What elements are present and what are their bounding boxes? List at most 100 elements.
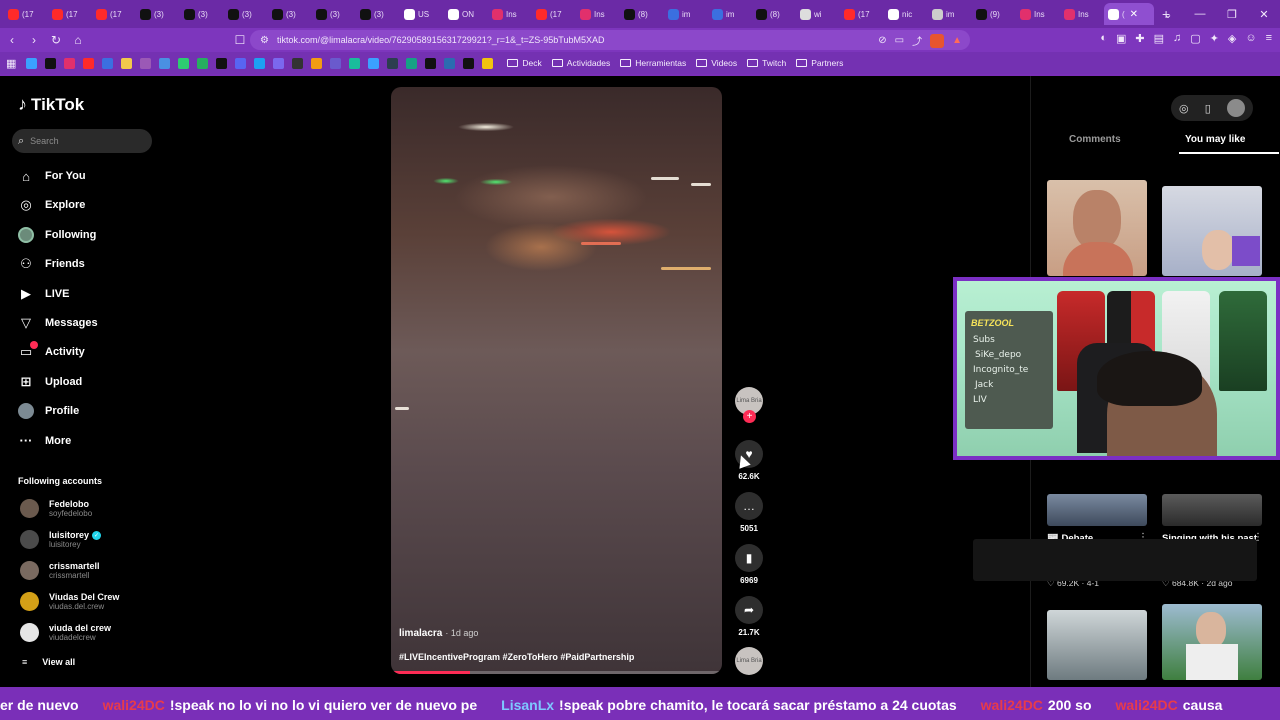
menu-icon[interactable]: ≡ bbox=[1266, 32, 1272, 45]
bookmark-favicon-icon[interactable] bbox=[64, 57, 76, 69]
brave-shield-icon[interactable] bbox=[930, 33, 945, 48]
bookmark-favicon-icon[interactable] bbox=[197, 57, 209, 69]
video-author[interactable]: limalacra · 1d ago bbox=[399, 628, 478, 639]
nav-item[interactable]: ⊞ Upload bbox=[18, 374, 83, 390]
active-tab[interactable]: ( ✕ bbox=[1104, 3, 1154, 25]
nav-item[interactable]: ▶ LIVE bbox=[18, 286, 69, 302]
browser-tab[interactable]: (8) bbox=[620, 3, 664, 25]
bookmark-favicon-icon[interactable] bbox=[45, 57, 57, 69]
sound-avatar[interactable]: Lima Bria bbox=[735, 647, 763, 675]
following-account[interactable]: crissmartell crissmartell bbox=[20, 561, 100, 580]
comment-button[interactable]: … 5051 bbox=[735, 492, 763, 533]
recommendation-thumbnail[interactable] bbox=[1162, 494, 1262, 526]
tiktok-logo[interactable]: ♪ TikTok bbox=[18, 94, 84, 115]
bookmark-folder[interactable]: Partners bbox=[796, 58, 843, 68]
recommendation-thumbnail[interactable] bbox=[1162, 186, 1262, 276]
share-button[interactable]: ➦ 21.7K bbox=[735, 596, 763, 637]
bookmark-folder[interactable]: Actividades bbox=[551, 58, 610, 68]
maximize-button[interactable]: ❐ bbox=[1216, 0, 1248, 28]
tab-comments[interactable]: Comments bbox=[1069, 134, 1121, 145]
video-username[interactable]: limalacra bbox=[399, 628, 442, 639]
recommendation-thumbnail[interactable] bbox=[1047, 494, 1147, 526]
install-app-icon[interactable]: ▭ bbox=[895, 35, 904, 46]
bookmark-favicon-icon[interactable] bbox=[235, 57, 247, 69]
browser-tab[interactable]: (3) bbox=[312, 3, 356, 25]
bookmark-folder[interactable]: Videos bbox=[696, 58, 737, 68]
share-icon[interactable]: ⤴ bbox=[912, 33, 922, 48]
bookmark-folder[interactable]: Twitch bbox=[747, 58, 786, 68]
leo-icon[interactable]: ✦ bbox=[1210, 32, 1219, 45]
bookmark-favicon-icon[interactable] bbox=[178, 57, 190, 69]
browser-tab[interactable]: (3) bbox=[136, 3, 180, 25]
nav-item[interactable]: ◎ Explore bbox=[18, 197, 85, 213]
bookmark-favicon-icon[interactable] bbox=[368, 57, 380, 69]
back-button[interactable]: ‹ bbox=[2, 30, 22, 50]
account-avatar[interactable] bbox=[20, 530, 39, 549]
video-player[interactable]: limalacra · 1d ago #LIVEIncentiveProgram … bbox=[391, 87, 722, 674]
device-icon[interactable]: ▯ bbox=[1205, 102, 1211, 115]
browser-tab[interactable]: (9) bbox=[972, 3, 1016, 25]
browser-tab[interactable]: Ins bbox=[1016, 3, 1060, 25]
nav-item[interactable]: Following bbox=[18, 226, 96, 243]
bookmark-folder[interactable]: Herramientas bbox=[620, 58, 686, 68]
translate-icon[interactable]: ◐ bbox=[1100, 32, 1107, 45]
following-account[interactable]: luisitorey ✓ luisitorey bbox=[20, 530, 102, 549]
share-arrow-icon[interactable]: ➦ bbox=[735, 596, 763, 624]
search-input[interactable]: ⌕ Search bbox=[12, 129, 152, 153]
extension-square-icon[interactable]: ▣ bbox=[1116, 32, 1126, 45]
bookmark-favicon-icon[interactable] bbox=[292, 57, 304, 69]
vpn-icon[interactable]: ◈ bbox=[1228, 32, 1236, 45]
profile-icon[interactable]: ☺ bbox=[1245, 32, 1256, 45]
home-button[interactable]: ⌂ bbox=[68, 30, 88, 50]
no-tracking-icon[interactable]: ⊘ bbox=[878, 35, 886, 46]
music-icon[interactable]: ♫ bbox=[1173, 32, 1181, 45]
browser-tab[interactable]: (17 bbox=[840, 3, 884, 25]
bookmark-favicon-icon[interactable] bbox=[349, 57, 361, 69]
following-account[interactable]: Viudas Del Crew viudas.del.crew bbox=[20, 592, 119, 611]
browser-tab[interactable]: (8) bbox=[752, 3, 796, 25]
recommendation-thumbnail[interactable] bbox=[1047, 180, 1147, 276]
bookmark-favicon-icon[interactable] bbox=[254, 57, 266, 69]
following-account[interactable]: Fedelobo soyfedelobo bbox=[20, 499, 92, 518]
tab-you-may-like[interactable]: You may like bbox=[1185, 134, 1245, 145]
site-info-icon[interactable]: ⚙ bbox=[260, 35, 269, 46]
browser-tab[interactable]: Ins bbox=[576, 3, 620, 25]
bookmark-favicon-icon[interactable] bbox=[425, 57, 437, 69]
browser-tab[interactable]: im bbox=[664, 3, 708, 25]
browser-tab[interactable]: wi bbox=[796, 3, 840, 25]
browser-tab[interactable]: (17 bbox=[48, 3, 92, 25]
bookmark-favicon-icon[interactable] bbox=[140, 57, 152, 69]
video-hashtags[interactable]: #LIVEIncentiveProgram #ZeroToHero #PaidP… bbox=[399, 652, 634, 662]
browser-tab[interactable]: (3) bbox=[224, 3, 268, 25]
browser-tab[interactable]: ON bbox=[444, 3, 488, 25]
bookmark-favicon-icon[interactable] bbox=[26, 57, 38, 69]
bookmark-favicon-icon[interactable] bbox=[444, 57, 456, 69]
nav-item[interactable]: ▭ Activity bbox=[18, 341, 85, 360]
apps-grid-icon[interactable]: ▦ bbox=[6, 57, 16, 70]
browser-tab[interactable]: im bbox=[708, 3, 752, 25]
browser-tab[interactable]: (17 bbox=[92, 3, 136, 25]
browser-tab[interactable]: Ins bbox=[1060, 3, 1104, 25]
browser-tab[interactable]: Ins bbox=[488, 3, 532, 25]
coins-icon[interactable]: ◎ bbox=[1179, 102, 1189, 115]
puzzle-icon[interactable]: ✚ bbox=[1135, 32, 1144, 45]
sound-avatar-button[interactable]: Lima Bria bbox=[735, 647, 763, 675]
account-avatar[interactable] bbox=[20, 561, 39, 580]
reload-button[interactable]: ↻ bbox=[46, 30, 66, 50]
sidebar-icon[interactable]: ▤ bbox=[1154, 32, 1164, 45]
view-all-button[interactable]: ≡ View all bbox=[22, 657, 75, 667]
bookmark-favicon-icon[interactable] bbox=[273, 57, 285, 69]
nav-item[interactable]: ⚇ Friends bbox=[18, 256, 85, 272]
browser-tab[interactable]: US bbox=[400, 3, 444, 25]
following-account[interactable]: viuda del crew viudadelcrew bbox=[20, 623, 111, 642]
recommendation-thumbnail[interactable] bbox=[1047, 610, 1147, 680]
account-avatar[interactable] bbox=[20, 592, 39, 611]
browser-tab[interactable]: (3) bbox=[268, 3, 312, 25]
bookmark-favicon-icon[interactable] bbox=[83, 57, 95, 69]
bookmark-favicon-icon[interactable] bbox=[387, 57, 399, 69]
browser-tab[interactable]: (3) bbox=[180, 3, 224, 25]
nav-item[interactable]: ··· More bbox=[18, 433, 72, 449]
bookmark-icon[interactable]: ▮ bbox=[735, 544, 763, 572]
account-avatar[interactable] bbox=[20, 499, 39, 518]
account-avatar[interactable] bbox=[20, 623, 39, 642]
